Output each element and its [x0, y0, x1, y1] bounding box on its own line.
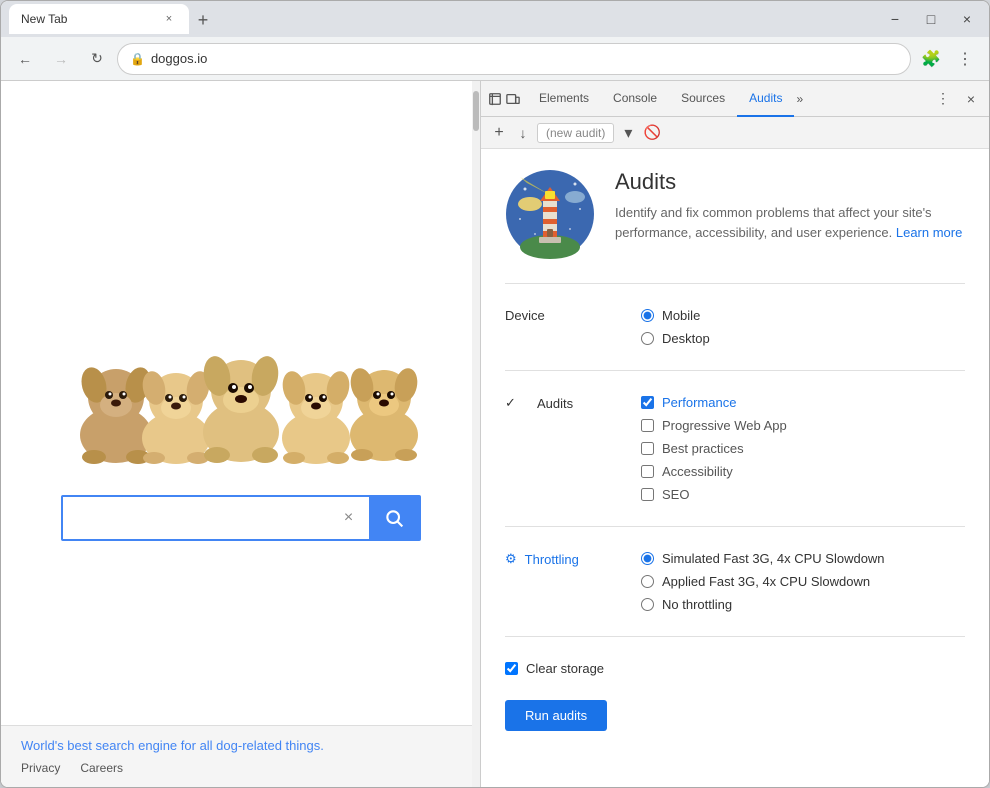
learn-more-link[interactable]: Learn more	[896, 225, 962, 240]
browser-toolbar: ← → ↻ 🔒 doggos.io 🧩 ⋮	[1, 37, 989, 81]
website-panel: × World's best search engine for all dog…	[1, 81, 481, 787]
audit-pwa[interactable]: Progressive Web App	[641, 418, 787, 433]
audits-section: ✓ Audits Performance Progressive Web App	[505, 387, 965, 510]
devtools-close-button[interactable]: ×	[959, 87, 983, 111]
audits-title: Audits	[615, 169, 965, 195]
divider-1	[505, 283, 965, 284]
search-bar[interactable]: ×	[61, 495, 421, 541]
titlebar: New Tab × + − □ ×	[1, 1, 989, 37]
search-input[interactable]	[63, 497, 329, 539]
url-text: doggos.io	[151, 51, 898, 66]
audits-content: Audits Identify and fix common problems …	[481, 149, 989, 787]
device-section: Device Mobile Desktop	[505, 300, 965, 354]
devtools-panel: Elements Console Sources Audits » ⋮ ×	[481, 81, 989, 787]
back-button[interactable]: ←	[9, 43, 41, 75]
audits-section-label: ✓ Audits	[505, 395, 625, 411]
device-desktop-option[interactable]: Desktop	[641, 331, 710, 346]
tab-audits[interactable]: Audits	[737, 81, 794, 117]
audits-toolbar: + ↓ (new audit) ▾ 🚫	[481, 117, 989, 149]
footer-tagline: World's best search engine for all dog-r…	[21, 738, 460, 753]
more-tabs-button[interactable]: »	[796, 92, 803, 106]
inspect-icon[interactable]	[487, 91, 503, 107]
throttling-label[interactable]: ⚙ Throttling	[505, 551, 625, 567]
content-area: × World's best search engine for all dog…	[1, 81, 989, 787]
divider-2	[505, 370, 965, 371]
forward-button[interactable]: →	[45, 43, 77, 75]
tab-title: New Tab	[21, 12, 153, 26]
audit-accessibility[interactable]: Accessibility	[641, 464, 787, 479]
new-audit-icon[interactable]: +	[489, 123, 509, 143]
throttle-none[interactable]: No throttling	[641, 597, 885, 612]
reload-button[interactable]: ↻	[81, 43, 113, 75]
search-button[interactable]	[369, 497, 419, 539]
lighthouse-logo	[505, 169, 595, 259]
new-tab-button[interactable]: +	[189, 6, 217, 34]
divider-4	[505, 636, 965, 637]
puppy-image	[61, 265, 421, 465]
browser-window: New Tab × + − □ × ← → ↻ 🔒 doggos.io 🧩 ⋮	[0, 0, 990, 788]
devtools-more-menu[interactable]: ⋮	[931, 87, 955, 111]
audit-dropdown-icon[interactable]: ▾	[618, 123, 638, 143]
throttling-options: Simulated Fast 3G, 4x CPU Slowdown Appli…	[641, 551, 885, 612]
scrollbar-thumb[interactable]	[473, 91, 479, 131]
window-controls: − □ ×	[881, 5, 981, 33]
gear-icon: ⚙	[505, 551, 517, 567]
throttling-section: ⚙ Throttling Simulated Fast 3G, 4x CPU S…	[505, 543, 965, 620]
tab-console[interactable]: Console	[601, 81, 669, 117]
search-clear-button[interactable]: ×	[329, 497, 369, 539]
audits-header: Audits Identify and fix common problems …	[505, 169, 965, 259]
clear-storage-row[interactable]: Clear storage	[505, 653, 965, 684]
active-tab[interactable]: New Tab ×	[9, 4, 189, 34]
audit-performance[interactable]: Performance	[641, 395, 787, 410]
minimize-button[interactable]: −	[881, 5, 909, 33]
menu-button[interactable]: ⋮	[949, 43, 981, 75]
privacy-link[interactable]: Privacy	[21, 761, 60, 775]
audit-best-practices[interactable]: Best practices	[641, 441, 787, 456]
devtools-tabs: Elements Console Sources Audits » ⋮ ×	[481, 81, 989, 117]
website-content: ×	[1, 81, 480, 725]
responsive-icon[interactable]	[505, 91, 521, 107]
audits-check-icon: ✓	[505, 395, 529, 411]
footer-links: Privacy Careers	[21, 761, 460, 775]
devtools-actions: ⋮ ×	[931, 87, 983, 111]
device-options: Mobile Desktop	[641, 308, 710, 346]
audit-block-icon[interactable]: 🚫	[642, 123, 662, 143]
throttle-simulated[interactable]: Simulated Fast 3G, 4x CPU Slowdown	[641, 551, 885, 566]
device-mobile-option[interactable]: Mobile	[641, 308, 710, 323]
device-label: Device	[505, 308, 625, 323]
toolbar-actions: 🧩 ⋮	[915, 43, 981, 75]
scrollbar[interactable]	[472, 81, 480, 787]
tabs-area: New Tab × +	[9, 4, 877, 34]
website-footer: World's best search engine for all dog-r…	[1, 725, 480, 787]
run-audits-button[interactable]: Run audits	[505, 700, 607, 731]
tab-elements[interactable]: Elements	[527, 81, 601, 117]
close-button[interactable]: ×	[953, 5, 981, 33]
tab-close-button[interactable]: ×	[161, 11, 177, 27]
audits-description: Identify and fix common problems that af…	[615, 203, 965, 242]
audit-checkboxes: Performance Progressive Web App Best pra…	[641, 395, 787, 502]
tab-sources[interactable]: Sources	[669, 81, 737, 117]
audit-seo[interactable]: SEO	[641, 487, 787, 502]
maximize-button[interactable]: □	[917, 5, 945, 33]
divider-3	[505, 526, 965, 527]
careers-link[interactable]: Careers	[80, 761, 123, 775]
audit-name-label[interactable]: (new audit)	[537, 123, 614, 143]
throttle-applied[interactable]: Applied Fast 3G, 4x CPU Slowdown	[641, 574, 885, 589]
clear-storage-checkbox[interactable]	[505, 662, 518, 675]
audits-title-area: Audits Identify and fix common problems …	[615, 169, 965, 259]
download-audit-icon[interactable]: ↓	[513, 123, 533, 143]
address-bar[interactable]: 🔒 doggos.io	[117, 43, 911, 75]
extensions-button[interactable]: 🧩	[915, 43, 947, 75]
security-icon: 🔒	[130, 52, 145, 66]
